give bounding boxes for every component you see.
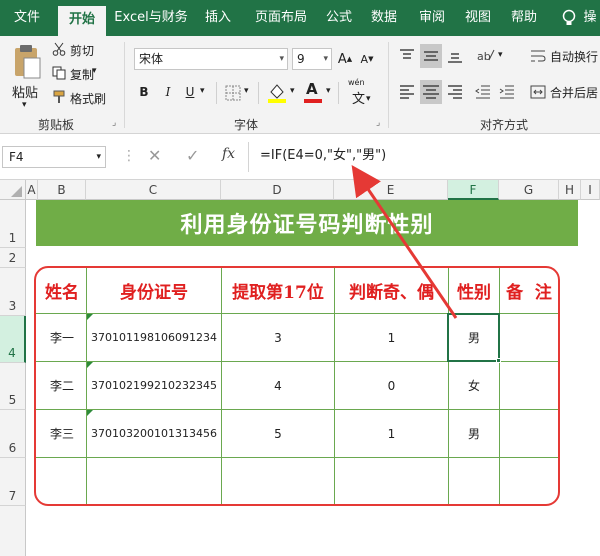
annotation-arrow — [351, 165, 458, 319]
